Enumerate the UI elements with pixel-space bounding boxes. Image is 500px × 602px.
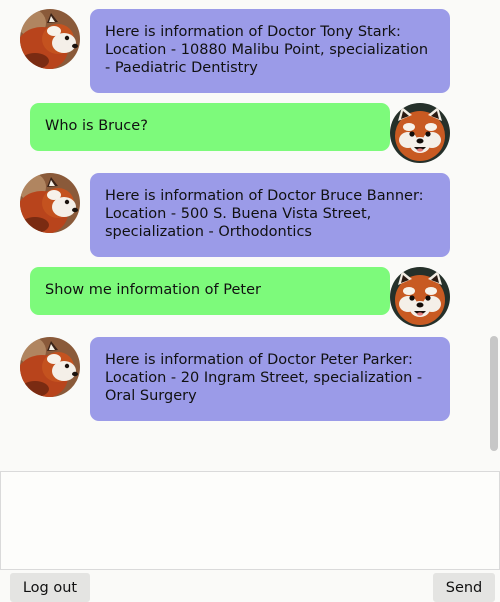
bot-message-bubble: Here is information of Doctor Peter Park… <box>90 337 450 421</box>
user-message-bubble: Show me information of Peter <box>30 267 390 315</box>
bot-avatar-icon <box>20 173 80 233</box>
bot-avatar-icon <box>20 9 80 69</box>
user-avatar-icon <box>390 103 450 163</box>
chat-log: Here is information of Doctor Tony Stark… <box>0 0 500 470</box>
chat-scrollbar[interactable] <box>490 336 498 451</box>
bot-message-bubble: Here is information of Doctor Tony Stark… <box>90 9 450 93</box>
logout-button[interactable]: Log out <box>10 573 90 602</box>
bot-avatar-icon <box>20 337 80 397</box>
bot-message-bubble: Here is information of Doctor Bruce Bann… <box>90 173 450 257</box>
send-button[interactable]: Send <box>433 573 495 602</box>
user-message-bubble: Who is Bruce? <box>30 103 390 151</box>
message-input[interactable] <box>0 471 500 570</box>
user-avatar-icon <box>390 267 450 327</box>
